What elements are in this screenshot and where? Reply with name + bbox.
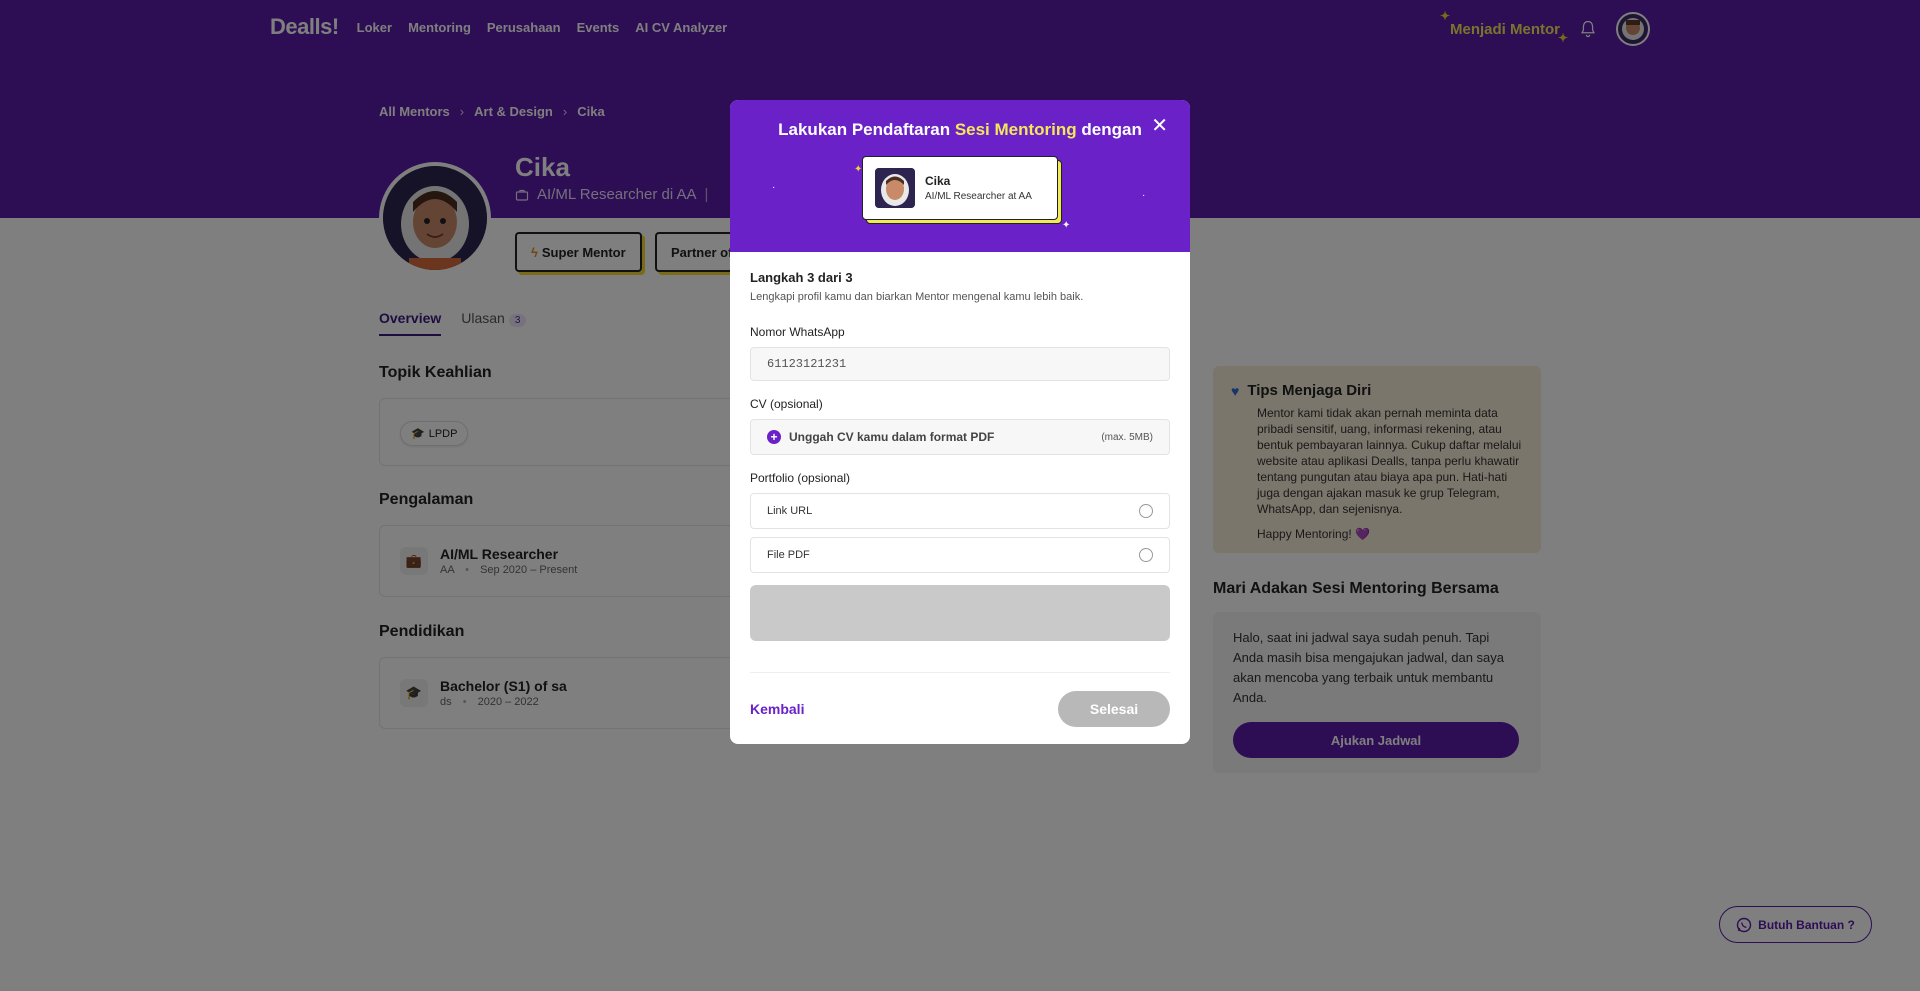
cv-upload-text: Unggah CV kamu dalam format PDF	[789, 430, 995, 444]
star-icon: ·	[772, 182, 776, 193]
step-indicator: Langkah 3 dari 3	[750, 270, 853, 285]
radio-button[interactable]	[1139, 504, 1153, 518]
portfolio-label: Portfolio (opsional)	[750, 471, 851, 485]
cv-label: CV (opsional)	[750, 397, 823, 411]
cv-max-size: (max. 5MB)	[1101, 431, 1153, 443]
star-icon: ·	[1142, 190, 1146, 201]
modal-title-pre: Lakukan Pendaftaran	[778, 120, 955, 139]
modal-title-highlight: Sesi Mentoring	[954, 120, 1077, 139]
portfolio-input-placeholder	[750, 585, 1170, 641]
astronaut-avatar-icon	[875, 168, 915, 208]
cv-upload-field[interactable]: + Unggah CV kamu dalam format PDF (max. …	[750, 419, 1170, 455]
back-button[interactable]: Kembali	[750, 701, 804, 717]
modal-title: Lakukan Pendaftaran Sesi Mentoring denga…	[730, 120, 1190, 140]
whatsapp-label: Nomor WhatsApp	[750, 325, 845, 339]
radio-button[interactable]	[1139, 548, 1153, 562]
finish-button[interactable]: Selesai	[1058, 690, 1170, 727]
portfolio-option-pdf-label: File PDF	[767, 549, 810, 561]
mentor-mini-avatar	[875, 168, 915, 208]
step-description: Lengkapi profil kamu dan biarkan Mentor …	[750, 291, 1084, 303]
portfolio-option-link-label: Link URL	[767, 505, 813, 517]
close-icon[interactable]: ✕	[1151, 116, 1168, 136]
modal-footer: Kembali Selesai	[750, 672, 1170, 744]
registration-modal: Lakukan Pendaftaran Sesi Mentoring denga…	[730, 100, 1190, 744]
page: Dealls! Loker Mentoring Perusahaan Event…	[0, 0, 1920, 991]
mentor-mini-name: Cika	[925, 174, 951, 188]
portfolio-option-link[interactable]: Link URL	[750, 493, 1170, 529]
plus-icon: +	[767, 430, 781, 444]
whatsapp-input[interactable]: 61123121231	[750, 347, 1170, 381]
modal-header: Lakukan Pendaftaran Sesi Mentoring denga…	[730, 100, 1190, 252]
sparkle-icon: ✦	[1062, 220, 1071, 231]
mentor-mini-role: AI/ML Researcher at AA	[925, 191, 1032, 202]
modal-title-post: dengan	[1076, 120, 1142, 139]
mentor-mini-card: Cika AI/ML Researcher at AA	[862, 156, 1058, 220]
modal-body: Langkah 3 dari 3 Lengkapi profil kamu da…	[730, 252, 1190, 641]
portfolio-option-pdf[interactable]: File PDF	[750, 537, 1170, 573]
